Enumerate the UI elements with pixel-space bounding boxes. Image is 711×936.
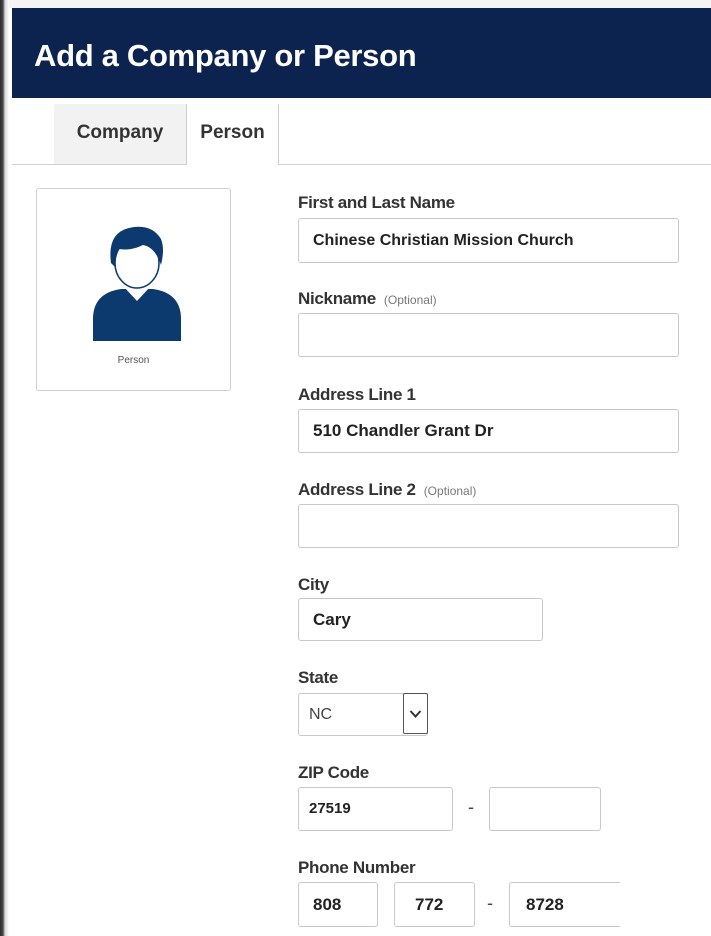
state-select-value: NC [309, 706, 333, 723]
phone-label: Phone Number [298, 858, 416, 877]
name-field[interactable]: Chinese Christian Mission Church [298, 218, 679, 263]
avatar-caption: Person [117, 355, 150, 366]
address2-label: Address Line 2 (Optional) [298, 480, 477, 499]
phone-line-field[interactable]: 8728 [509, 882, 620, 927]
address2-field[interactable] [298, 504, 679, 548]
name-label: First and Last Name [298, 193, 455, 212]
nickname-field[interactable] [298, 313, 679, 357]
phone-area-code-field[interactable]: 808 [298, 882, 378, 927]
city-label: City [298, 575, 329, 594]
phone-separator: - [487, 893, 493, 913]
tab-company[interactable]: Company [54, 104, 186, 164]
state-select[interactable]: NC [298, 693, 428, 736]
dialog-title: Add a Company or Person [34, 38, 417, 73]
dialog-header: Add a Company or Person [12, 8, 711, 98]
window-frame-left [0, 0, 9, 936]
avatar-card[interactable]: Person [36, 188, 231, 391]
nickname-optional-hint: (Optional) [383, 293, 437, 307]
chevron-down-icon[interactable] [403, 693, 428, 734]
zip-label: ZIP Code [298, 763, 369, 782]
zip-extension-field[interactable] [489, 787, 601, 831]
city-field[interactable]: Cary [298, 598, 543, 641]
zip-field[interactable]: 27519 [298, 787, 453, 831]
window-frame-top [9, 0, 711, 8]
zip-separator: - [468, 797, 474, 817]
phone-prefix-field[interactable]: 772 [394, 882, 475, 927]
person-icon [93, 226, 181, 341]
address1-label: Address Line 1 [298, 385, 416, 404]
tab-bar: Company Person [12, 98, 711, 165]
state-label: State [298, 668, 339, 687]
address2-optional-hint: (Optional) [423, 484, 477, 498]
address1-field[interactable]: 510 Chandler Grant Dr [298, 409, 679, 453]
nickname-label: Nickname (Optional) [298, 289, 437, 308]
tab-person[interactable]: Person [186, 104, 279, 165]
